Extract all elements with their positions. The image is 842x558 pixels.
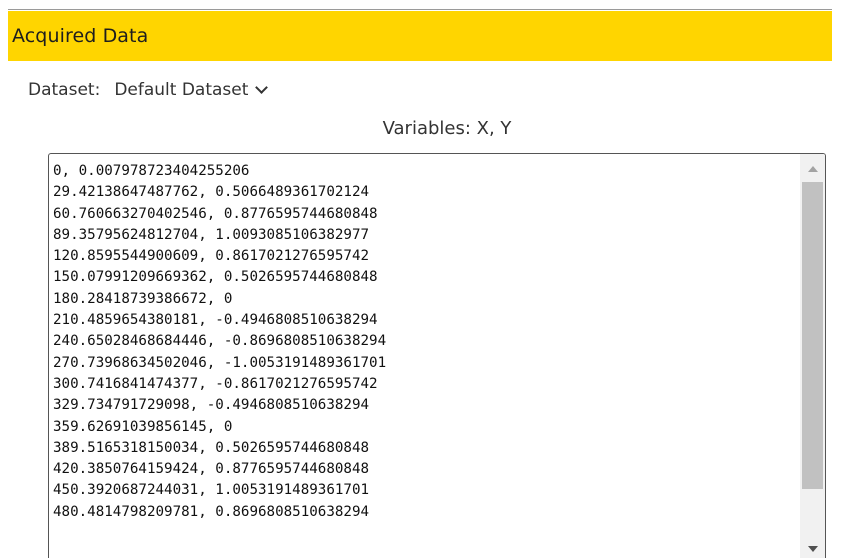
- data-row: 270.73968634502046, -1.0053191489361701: [53, 354, 387, 371]
- data-row: 120.8595544900609, 0.8617021276595742: [53, 248, 370, 265]
- scroll-up-arrow-icon[interactable]: [800, 160, 825, 180]
- data-row: 450.3920687244031, 1.0053191489361701: [53, 482, 370, 499]
- dataset-row: Dataset: Default Dataset: [28, 78, 269, 102]
- data-row: 240.65028468684446, -0.8696808510638294: [53, 333, 387, 350]
- data-row: 300.7416841474377, -0.8617021276595742: [53, 375, 378, 392]
- vertical-scrollbar[interactable]: [800, 154, 825, 558]
- data-lines: 0, 0.007978723404255206 29.42138647487762…: [53, 161, 386, 523]
- scroll-down-arrow-icon[interactable]: [800, 541, 825, 558]
- data-row: 420.3850764159424, 0.8776595744680848: [53, 461, 370, 478]
- dataset-select[interactable]: Default Dataset: [114, 80, 269, 100]
- variables-label-row: Variables: X, Y: [0, 118, 842, 139]
- data-row: 359.62691039856145, 0: [53, 418, 233, 435]
- chevron-down-icon: [255, 81, 269, 94]
- data-row: 210.4859654380181, -0.4946808510638294: [53, 312, 378, 329]
- variables-label: Variables: X, Y: [382, 118, 512, 139]
- data-row: 60.760663270402546, 0.8776595744680848: [53, 205, 378, 222]
- data-row: 0, 0.007978723404255206: [53, 163, 250, 179]
- panel-title: Acquired Data: [12, 25, 149, 47]
- data-row: 480.4814798209781, 0.8696808510638294: [53, 503, 370, 520]
- data-row: 89.35795624812704, 1.0093085106382977: [53, 226, 370, 243]
- data-row: 180.28418739386672, 0: [53, 290, 233, 307]
- data-textarea[interactable]: 0, 0.007978723404255206 29.42138647487762…: [48, 153, 826, 558]
- top-divider: [8, 0, 832, 10]
- scrollbar-thumb[interactable]: [802, 182, 823, 489]
- acquired-data-header[interactable]: Acquired Data: [8, 11, 832, 61]
- data-row: 389.5165318150034, 0.5026595744680848: [53, 439, 370, 456]
- dataset-label: Dataset:: [28, 80, 101, 100]
- dataset-selected-value: Default Dataset: [114, 80, 249, 100]
- data-row: 329.734791729098, -0.4946808510638294: [53, 397, 370, 414]
- data-row: 150.07991209669362, 0.5026595744680848: [53, 269, 378, 286]
- data-row: 29.42138647487762, 0.5066489361702124: [53, 184, 370, 201]
